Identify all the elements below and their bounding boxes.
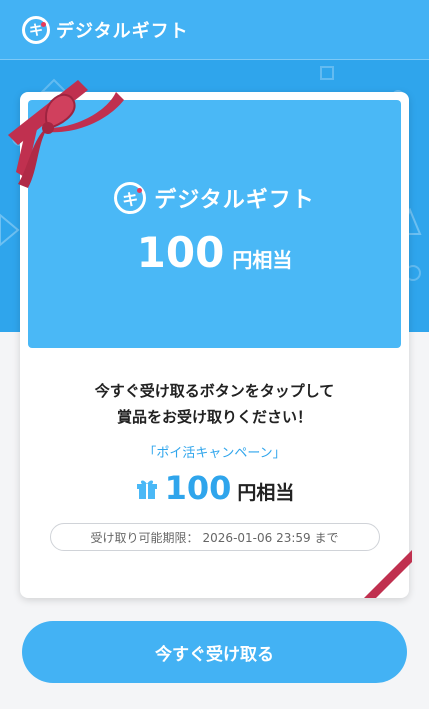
- gift-box-icon: [136, 480, 157, 499]
- ribbon-bow-decoration: [8, 80, 124, 188]
- hero-brand-logo: キ デジタルギフト: [114, 182, 315, 214]
- brand-logo: キ デジタルギフト: [22, 15, 189, 44]
- gift-card-body: 今すぐ受け取るボタンをタップして 賞品をお受け取りください！ 「ポイ活キャンペー…: [20, 348, 409, 598]
- brand-logo-icon: キ: [22, 15, 50, 44]
- instruction-message: 今すぐ受け取るボタンをタップして 賞品をお受け取りください！: [95, 378, 335, 430]
- gift-amount-number: 100: [164, 469, 232, 507]
- instruction-line-2: 賞品をお受け取りください！: [116, 408, 312, 426]
- hero-brand-logo-text: デジタルギフト: [154, 188, 315, 213]
- expiry-badge: 受け取り可能期限： 2026-01-06 23:59 まで: [49, 523, 380, 551]
- gift-amount: 100 円相当: [135, 469, 295, 507]
- instruction-line-1: 今すぐ受け取るボタンをタップして: [94, 382, 335, 400]
- hero-amount: 100 円相当: [137, 228, 293, 277]
- ribbon-corner-decoration: [364, 550, 412, 598]
- campaign-name: 「ポイ活キャンペーン」: [143, 446, 286, 461]
- hero-amount-number: 100: [136, 228, 225, 277]
- triangle-decoration: [0, 213, 20, 247]
- app-header: キ デジタルギフト: [0, 0, 429, 60]
- brand-logo-text: デジタルギフト: [56, 20, 189, 42]
- expiry-label: 受け取り可能期限：: [90, 530, 199, 545]
- gift-amount-unit: 円相当: [237, 482, 295, 504]
- receive-now-button[interactable]: 今すぐ受け取る: [22, 621, 407, 683]
- hero-amount-unit: 円相当: [232, 248, 293, 272]
- square-decoration: [320, 66, 334, 80]
- expiry-value: 2026-01-06 23:59 まで: [202, 530, 339, 545]
